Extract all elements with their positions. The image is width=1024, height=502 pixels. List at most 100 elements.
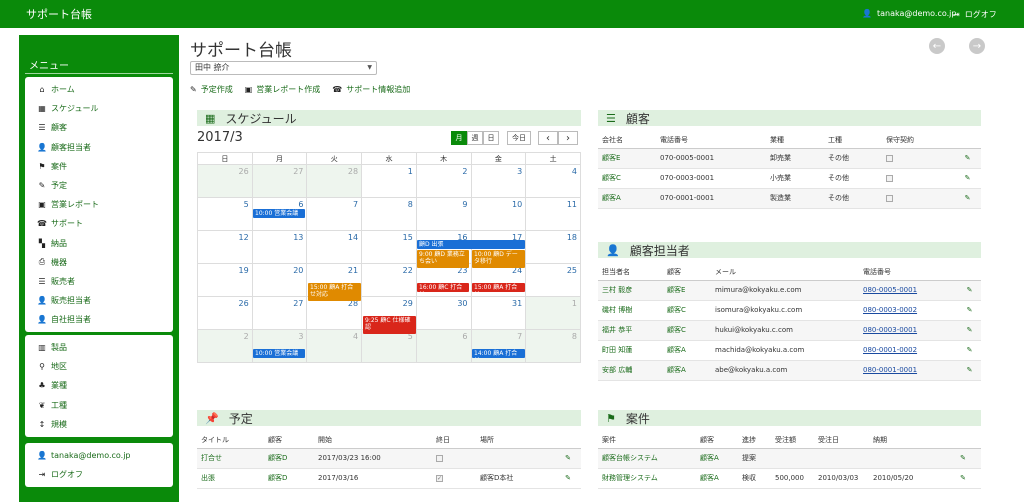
edit-button[interactable]: ✎ <box>950 168 981 189</box>
edit-button[interactable]: ✎ <box>950 148 981 169</box>
forward-button[interactable]: → <box>969 38 985 54</box>
customer-name-link[interactable]: 顧客C <box>598 168 656 189</box>
contact-customer-link[interactable]: 顧客C <box>663 320 711 341</box>
calendar-day[interactable]: 20 <box>251 263 308 297</box>
calendar-day[interactable]: 2 <box>415 164 472 198</box>
calendar-event[interactable]: 10:00 顧D データ移行 <box>472 250 525 268</box>
calendar-day[interactable]: 5 <box>361 329 417 363</box>
sidebar-item[interactable]: ⚑ 案件 <box>25 157 173 176</box>
calendar-day[interactable]: 25 <box>525 263 581 297</box>
sidebar-item[interactable]: ☰ 販売者 <box>25 272 173 291</box>
calendar-day[interactable]: 30 <box>415 296 472 330</box>
edit-button[interactable]: ✎ <box>551 448 581 469</box>
customer-name-link[interactable]: 顧客A <box>598 188 656 209</box>
calendar-day[interactable]: 18 <box>525 230 581 264</box>
brand-link[interactable]: サポート台帳 <box>26 6 92 22</box>
sidebar-item[interactable]: ☎ サポート <box>25 214 173 233</box>
contact-name-link[interactable]: 安部 広輔 <box>598 360 663 381</box>
sidebar-item[interactable]: ▣ 営業レポート <box>25 195 173 214</box>
calendar-event[interactable]: 顧D 出張 <box>417 240 525 249</box>
calendar-day[interactable]: 9 <box>415 197 472 231</box>
contact-name-link[interactable]: 町田 知蓮 <box>598 340 663 361</box>
calendar-day[interactable]: 4 <box>525 164 581 198</box>
calendar-event[interactable]: 9:25 顧C 仕様確認 <box>363 316 416 334</box>
back-button[interactable]: ← <box>929 38 945 54</box>
prev-month-button[interactable]: ‹ <box>538 131 558 145</box>
calendar-event[interactable]: 15:00 顧A 打合せ <box>472 283 525 292</box>
calendar-day[interactable]: 13 <box>251 230 308 264</box>
edit-button[interactable]: ✎ <box>954 320 981 341</box>
view-day-button[interactable]: 日 <box>483 131 499 145</box>
sidebar-item[interactable]: ↕ 規模 <box>25 415 173 434</box>
calendar-day[interactable]: 10 <box>470 197 527 231</box>
calendar-event[interactable]: 15:00 顧A 打合せ対応 <box>308 283 361 301</box>
sidebar-item[interactable]: ✎ 予定 <box>25 176 173 195</box>
edit-button[interactable]: ✎ <box>941 448 981 469</box>
calendar-day[interactable]: 8 <box>361 197 417 231</box>
contact-customer-link[interactable]: 顧客A <box>663 340 711 361</box>
calendar-event[interactable]: 10:00 営業会議 <box>253 349 305 358</box>
sidebar-item[interactable]: ☰ 顧客 <box>25 118 173 137</box>
plan-title-link[interactable]: 打合せ <box>197 448 264 469</box>
calendar-day[interactable]: 26 <box>197 296 253 330</box>
view-month-button[interactable]: 月 <box>451 131 467 145</box>
calendar-day[interactable]: 28 <box>306 164 363 198</box>
plan-title-link[interactable]: 出張 <box>197 468 264 489</box>
deal-name-link[interactable]: 財務管理システム <box>598 468 696 489</box>
deal-name-link[interactable]: 顧客台帳システム <box>598 448 696 469</box>
sidebar-item[interactable]: ❦ 工種 <box>25 396 173 415</box>
edit-button[interactable]: ✎ <box>954 280 981 301</box>
calendar-day[interactable]: 11 <box>525 197 581 231</box>
sidebar-item[interactable]: ▦ スケジュール <box>25 99 173 118</box>
calendar-day[interactable]: 28 <box>306 296 363 330</box>
customer-name-link[interactable]: 顧客E <box>598 148 656 169</box>
calendar-event[interactable]: 10:00 営業会議 <box>253 209 305 218</box>
contact-tel-link[interactable]: 080-0001-0002 <box>859 340 954 361</box>
contact-tel-link[interactable]: 080-0003-0001 <box>859 320 954 341</box>
calendar-day[interactable]: 2 <box>197 329 253 363</box>
action-link[interactable]: ▣ 営業レポート作成 <box>245 84 321 95</box>
edit-button[interactable]: ✎ <box>941 468 981 489</box>
sidebar-item[interactable]: 👤 販売担当者 <box>25 291 173 310</box>
contact-customer-link[interactable]: 顧客A <box>663 360 711 381</box>
calendar-day[interactable]: 15 <box>361 230 417 264</box>
calendar-event[interactable]: 9:00 顧D 業務立ち会い <box>417 250 469 268</box>
calendar-day[interactable]: 12 <box>197 230 253 264</box>
calendar-day[interactable]: 6 <box>415 329 472 363</box>
deal-customer-link[interactable]: 顧客A <box>696 448 738 469</box>
calendar-day[interactable]: 19 <box>197 263 253 297</box>
calendar-day[interactable]: 26 <box>197 164 253 198</box>
calendar-day[interactable]: 1 <box>525 296 581 330</box>
contact-customer-link[interactable]: 顧客C <box>663 300 711 321</box>
edit-button[interactable]: ✎ <box>954 300 981 321</box>
sidebar-item[interactable]: ▥ 製品 <box>25 338 173 357</box>
calendar-day[interactable]: 1 <box>361 164 417 198</box>
calendar-day[interactable]: 27 <box>251 164 308 198</box>
sidebar-item[interactable]: ♣ 業種 <box>25 376 173 395</box>
sidebar-item[interactable]: 👤 自社担当者 <box>25 310 173 329</box>
edit-button[interactable]: ✎ <box>954 340 981 361</box>
today-button[interactable]: 今日 <box>507 131 531 145</box>
user-menu[interactable]: 👤 tanaka@demo.co.jp <box>862 9 956 18</box>
calendar-day[interactable]: 27 <box>251 296 308 330</box>
staff-select[interactable]: 田中 捺介 ▼ <box>190 61 377 75</box>
sidebar-item[interactable]: ⇥ ログオフ <box>25 465 173 484</box>
calendar-day[interactable]: 22 <box>361 263 417 297</box>
plan-customer-link[interactable]: 顧客D <box>264 468 314 489</box>
calendar-day[interactable]: 4 <box>306 329 363 363</box>
calendar-event[interactable]: 16:00 顧C 打合せ <box>417 283 469 292</box>
sidebar-item[interactable]: 👤 顧客担当者 <box>25 138 173 157</box>
edit-button[interactable]: ✎ <box>551 468 581 489</box>
logoff-link[interactable]: ⇥ ログオフ <box>953 9 997 20</box>
action-link[interactable]: ☎ サポート情報追加 <box>332 84 410 95</box>
contact-name-link[interactable]: 磯村 博樹 <box>598 300 663 321</box>
calendar-day[interactable]: 7 <box>306 197 363 231</box>
contact-tel-link[interactable]: 080-0003-0002 <box>859 300 954 321</box>
sidebar-item[interactable]: ▚ 納品 <box>25 234 173 253</box>
calendar-day[interactable]: 14 <box>306 230 363 264</box>
deal-customer-link[interactable]: 顧客A <box>696 468 738 489</box>
view-week-button[interactable]: 週 <box>467 131 483 145</box>
contact-name-link[interactable]: 三村 毅彦 <box>598 280 663 301</box>
sidebar-item[interactable]: ⚲ 地区 <box>25 357 173 376</box>
calendar-day[interactable]: 31 <box>470 296 527 330</box>
